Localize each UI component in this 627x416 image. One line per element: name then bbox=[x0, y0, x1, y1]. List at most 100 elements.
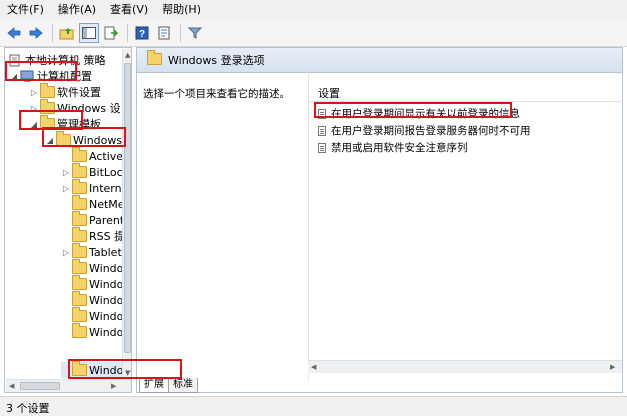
forward-arrow-icon bbox=[29, 27, 43, 39]
collapsed-triangle-icon[interactable]: ▷ bbox=[29, 104, 39, 113]
back-button[interactable] bbox=[4, 23, 24, 43]
folder-icon bbox=[39, 83, 55, 99]
tree-item-label: Intern bbox=[89, 181, 122, 195]
collapsed-triangle-icon[interactable]: ▷ bbox=[61, 168, 71, 177]
tree-item-windows-settings[interactable]: ▷ Windows 设 bbox=[29, 99, 121, 116]
folder-icon bbox=[39, 115, 55, 131]
tree-item-windows-components[interactable]: ◢ Windows bbox=[45, 131, 122, 148]
policy-icon bbox=[7, 53, 23, 67]
collapsed-triangle-icon[interactable]: ▷ bbox=[61, 184, 71, 193]
tree-item-internet[interactable]: ▷ Intern bbox=[61, 179, 122, 196]
view-tabs: 扩展 标准 bbox=[139, 378, 198, 393]
setting-policy-icon bbox=[318, 108, 326, 119]
scroll-right-arrow-icon[interactable]: ▶ bbox=[610, 363, 615, 371]
export-list-button[interactable] bbox=[101, 23, 121, 43]
back-arrow-icon bbox=[7, 27, 21, 39]
folder-icon bbox=[55, 131, 71, 147]
folder-icon bbox=[39, 99, 55, 115]
setting-row[interactable]: 在用户登录期间显示有关以前登录的信息 bbox=[318, 106, 520, 121]
details-pane: Windows 登录选项 选择一个项目来查看它的描述。 设置 在用户登录期间显示… bbox=[136, 47, 623, 393]
setting-label: 在用户登录期间显示有关以前登录的信息 bbox=[331, 108, 520, 120]
scrollbar-thumb[interactable] bbox=[124, 63, 131, 353]
settings-list: 设置 在用户登录期间显示有关以前登录的信息 在用户登录期间报告登录服务器何时不可… bbox=[308, 72, 623, 380]
show-hide-tree-button[interactable] bbox=[79, 23, 99, 43]
folder-icon bbox=[71, 307, 87, 323]
tree-horizontal-scrollbar[interactable]: ◀ ▶ bbox=[6, 379, 131, 392]
scroll-right-arrow-icon[interactable]: ▶ bbox=[111, 382, 116, 390]
column-header-settings[interactable]: 设置 bbox=[309, 84, 623, 102]
tree-item-label: Tablet bbox=[89, 245, 122, 259]
tree-item-windows-2[interactable]: Windo bbox=[61, 275, 124, 292]
status-bar: 3 个设置 bbox=[0, 396, 627, 416]
tree-item-label: Windo bbox=[89, 277, 124, 291]
folder-icon bbox=[71, 179, 87, 195]
description-area: 选择一个项目来查看它的描述。 bbox=[137, 72, 307, 376]
properties-button[interactable] bbox=[154, 23, 174, 43]
forward-button[interactable] bbox=[26, 23, 46, 43]
details-header: Windows 登录选项 bbox=[137, 48, 622, 73]
tab-extended[interactable]: 扩展 bbox=[139, 378, 169, 393]
help-button[interactable]: ? bbox=[132, 23, 152, 43]
scrollbar-thumb[interactable] bbox=[20, 382, 60, 390]
tree-item-label: 本地计算机 策略 bbox=[25, 54, 106, 67]
tree-item-computer-config[interactable]: ◢ 计算机配置 bbox=[9, 68, 92, 84]
tree-item-label: BitLoc bbox=[89, 165, 123, 179]
scroll-left-arrow-icon[interactable]: ◀ bbox=[311, 363, 316, 371]
tree-item-activex[interactable]: Active bbox=[61, 147, 123, 164]
show-hide-tree-icon bbox=[82, 27, 96, 39]
tree-item-windows-1[interactable]: Windo bbox=[61, 259, 124, 276]
setting-row[interactable]: 在用户登录期间报告登录服务器何时不可用 bbox=[318, 123, 531, 138]
menu-action[interactable]: 操作(A) bbox=[51, 0, 103, 20]
tab-standard[interactable]: 标准 bbox=[168, 378, 198, 393]
setting-row[interactable]: 禁用或启用软件安全注意序列 bbox=[318, 140, 468, 155]
tree-item-label: 管理模板 bbox=[57, 118, 101, 131]
up-folder-icon bbox=[59, 28, 74, 40]
scroll-down-arrow-icon[interactable]: ▼ bbox=[125, 369, 130, 377]
folder-icon bbox=[71, 147, 87, 163]
tree-item-parental[interactable]: Parent bbox=[61, 211, 125, 228]
tree-item-label: Windo bbox=[89, 261, 124, 275]
up-folder-button[interactable] bbox=[57, 23, 77, 43]
menu-file[interactable]: 文件(F) bbox=[0, 0, 51, 20]
expanded-triangle-icon[interactable]: ◢ bbox=[29, 120, 39, 129]
properties-icon bbox=[158, 26, 170, 40]
filter-button[interactable] bbox=[185, 23, 205, 43]
tree-item-label: Windows 设 bbox=[57, 102, 121, 115]
folder-icon bbox=[71, 259, 87, 275]
tree-item-local-policy[interactable]: 本地计算机 策略 bbox=[7, 52, 106, 68]
folder-icon bbox=[71, 361, 87, 377]
tree-item-label: Parent bbox=[89, 213, 125, 227]
tree-item-windows-4[interactable]: Windo bbox=[61, 307, 124, 324]
menu-help[interactable]: 帮助(H) bbox=[155, 0, 208, 20]
tree-item-rss[interactable]: RSS 提 bbox=[61, 227, 125, 244]
scroll-up-arrow-icon[interactable]: ▲ bbox=[125, 51, 130, 59]
tree-item-software-settings[interactable]: ▷ 软件设置 bbox=[29, 83, 101, 100]
tree-item-admin-templates[interactable]: ◢ 管理模板 bbox=[29, 115, 101, 132]
menu-view[interactable]: 查看(V) bbox=[103, 0, 155, 20]
details-title: Windows 登录选项 bbox=[168, 54, 265, 67]
folder-icon bbox=[71, 323, 87, 339]
tree-item-windows-3[interactable]: Windo bbox=[61, 291, 124, 308]
tree-vertical-scrollbar[interactable]: ▲ ▼ bbox=[122, 49, 131, 379]
collapsed-triangle-icon[interactable]: ▷ bbox=[29, 88, 39, 97]
tree-item-windows-5[interactable]: Windo bbox=[61, 323, 123, 340]
toolbar-separator bbox=[127, 24, 128, 42]
tree-item-label: Windo bbox=[89, 309, 124, 323]
folder-icon bbox=[147, 49, 162, 68]
menu-bar: 文件(F) 操作(A) 查看(V) 帮助(H) bbox=[0, 0, 627, 20]
folder-icon bbox=[71, 275, 87, 291]
tree-item-label: 计算机配置 bbox=[37, 70, 92, 83]
tree-item-label: Windo bbox=[89, 293, 124, 307]
expanded-triangle-icon[interactable]: ◢ bbox=[45, 136, 55, 145]
tree-item-tablet[interactable]: ▷ Tablet bbox=[61, 243, 122, 260]
status-text: 3 个设置 bbox=[6, 402, 50, 415]
tree-item-netmeeting[interactable]: NetMe bbox=[61, 195, 125, 212]
scroll-left-arrow-icon[interactable]: ◀ bbox=[9, 382, 14, 390]
toolbar-separator bbox=[180, 24, 181, 42]
tree-item-bitlocker[interactable]: ▷ BitLoc bbox=[61, 163, 123, 180]
collapsed-triangle-icon[interactable]: ▷ bbox=[61, 248, 71, 257]
details-horizontal-scrollbar[interactable]: ◀ ▶ bbox=[308, 360, 622, 373]
column-header-label: 设置 bbox=[318, 87, 340, 100]
expanded-triangle-icon[interactable]: ◢ bbox=[9, 72, 19, 81]
toolbar: ? bbox=[0, 20, 627, 47]
